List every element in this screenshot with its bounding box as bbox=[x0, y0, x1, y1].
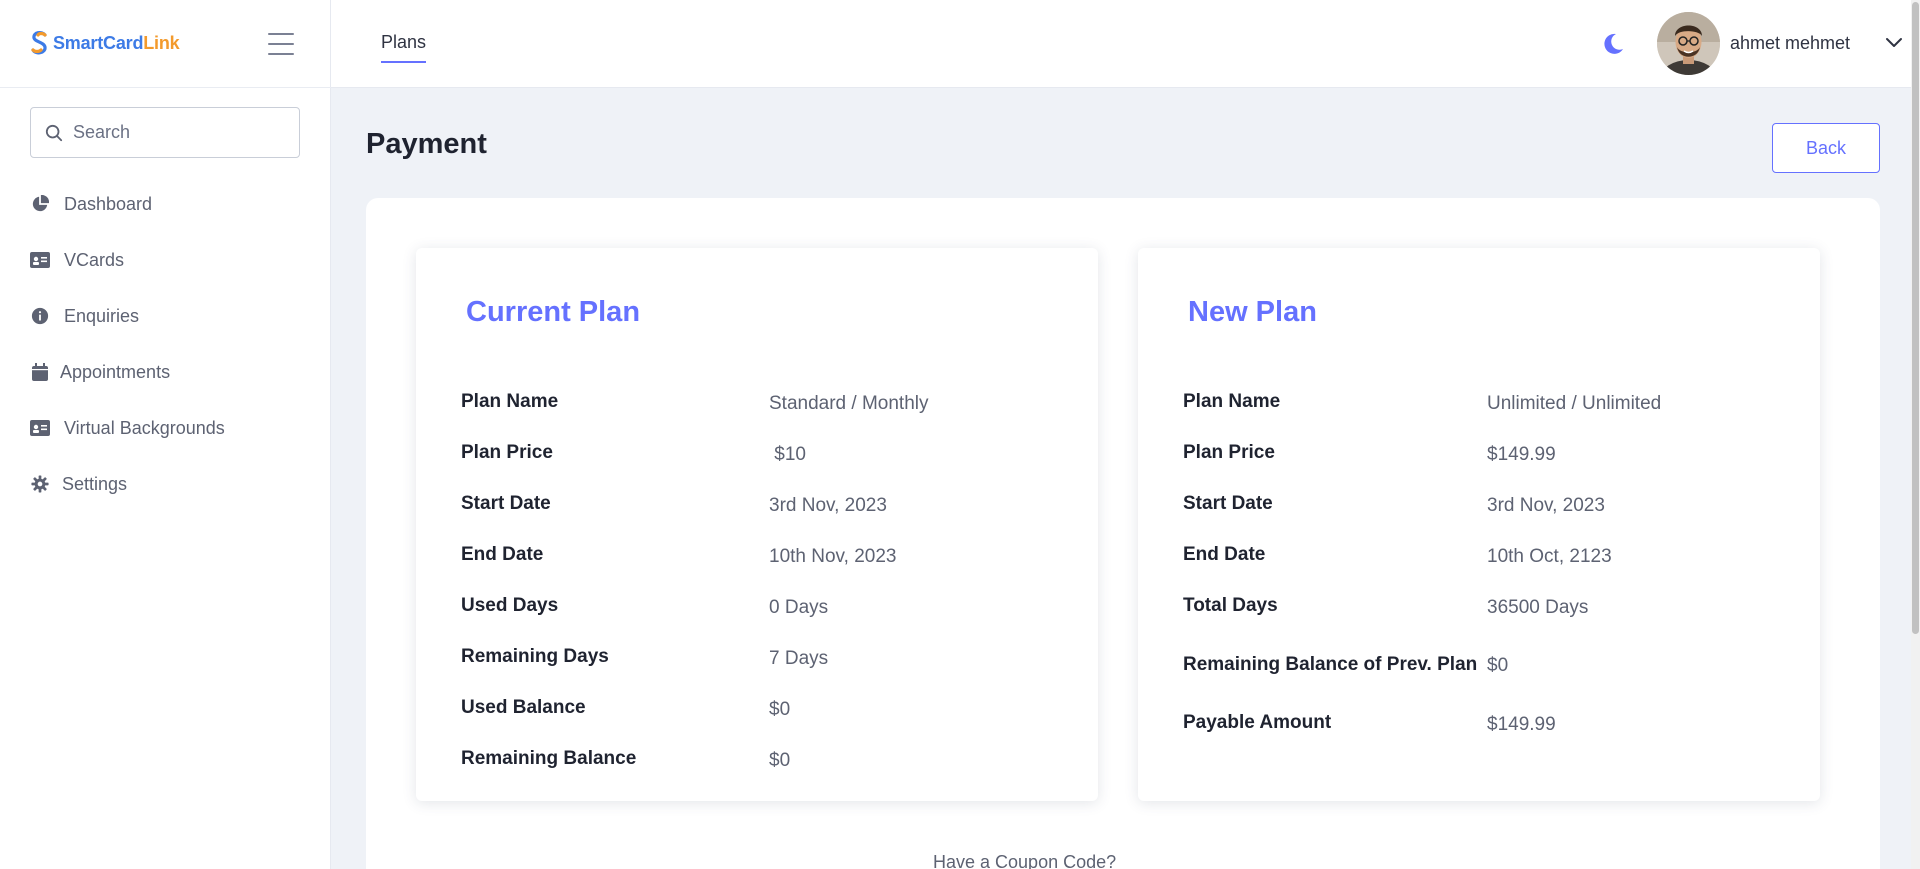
detail-label: Start Date bbox=[1183, 493, 1273, 514]
detail-value: 10th Oct, 2123 bbox=[1487, 545, 1612, 567]
sidebar-item-virtual-backgrounds[interactable]: Virtual Backgrounds bbox=[30, 400, 225, 456]
tab-plans[interactable]: Plans bbox=[381, 32, 427, 63]
detail-label: Plan Name bbox=[461, 391, 559, 412]
sidebar-item-settings[interactable]: Settings bbox=[30, 456, 225, 512]
detail-row: Plan Name Standard / Monthly bbox=[461, 376, 1061, 427]
new-plan-title: New Plan bbox=[1188, 296, 1317, 328]
logo-icon bbox=[31, 31, 47, 55]
detail-value: 36500 Days bbox=[1487, 596, 1589, 618]
moon-icon[interactable] bbox=[1601, 32, 1625, 56]
menu-toggle-icon[interactable] bbox=[268, 33, 294, 55]
detail-label: Remaining Days bbox=[461, 646, 609, 667]
detail-row: Plan Price $10 bbox=[461, 427, 1061, 478]
detail-value: 0 Days bbox=[769, 596, 829, 618]
logo-text-card: Card bbox=[103, 32, 144, 53]
detail-row: End Date 10th Nov, 2023 bbox=[461, 529, 1061, 580]
detail-label: End Date bbox=[1183, 544, 1266, 565]
detail-row: Start Date 3rd Nov, 2023 bbox=[1183, 478, 1783, 529]
detail-row: Remaining Days 7 Days bbox=[461, 631, 1061, 682]
search-icon bbox=[45, 124, 63, 141]
search-input[interactable] bbox=[73, 122, 283, 143]
sidebar: SmartCardLink Dashboard VCards Enqu bbox=[0, 0, 331, 869]
detail-value: $10 bbox=[769, 443, 806, 465]
sidebar-item-appointments[interactable]: Appointments bbox=[30, 344, 225, 400]
detail-value: 3rd Nov, 2023 bbox=[769, 494, 887, 516]
sidebar-item-label: Settings bbox=[62, 473, 128, 494]
pie-chart-icon bbox=[30, 194, 50, 214]
sidebar-item-label: Enquiries bbox=[64, 305, 140, 326]
detail-value: 3rd Nov, 2023 bbox=[1487, 494, 1605, 516]
scrollbar-thumb[interactable] bbox=[1912, 2, 1919, 634]
detail-label: End Date bbox=[461, 544, 544, 565]
detail-row: Total Days 36500 Days bbox=[1183, 580, 1783, 631]
detail-row: End Date 10th Oct, 2123 bbox=[1183, 529, 1783, 580]
detail-label: Used Days bbox=[461, 595, 559, 616]
chevron-down-icon[interactable] bbox=[1884, 36, 1904, 50]
detail-label: Remaining Balance of Prev. Plan bbox=[1183, 653, 1478, 675]
detail-label: Used Balance bbox=[461, 697, 586, 718]
detail-row: Start Date 3rd Nov, 2023 bbox=[461, 478, 1061, 529]
info-circle-icon bbox=[30, 306, 50, 326]
sidebar-item-vcards[interactable]: VCards bbox=[30, 232, 225, 288]
detail-value: $0 bbox=[769, 749, 791, 771]
logo-text-link: Link bbox=[143, 32, 180, 53]
calendar-icon bbox=[30, 362, 50, 382]
detail-label: Start Date bbox=[461, 493, 551, 514]
detail-label: Plan Name bbox=[1183, 391, 1281, 412]
current-plan-title: Current Plan bbox=[466, 296, 641, 328]
logo[interactable]: SmartCardLink bbox=[30, 30, 180, 56]
user-name[interactable]: ahmet mehmet bbox=[1730, 33, 1850, 54]
detail-value: 10th Nov, 2023 bbox=[769, 545, 897, 567]
back-button[interactable]: Back bbox=[1772, 123, 1880, 173]
detail-label: Plan Price bbox=[461, 442, 553, 463]
detail-label: Remaining Balance bbox=[461, 748, 637, 769]
sidebar-item-label: Dashboard bbox=[64, 193, 153, 214]
detail-row: Used Balance $0 bbox=[461, 682, 1061, 733]
avatar[interactable] bbox=[1657, 12, 1720, 75]
top-header: Plans ahmet mehmet bbox=[331, 0, 1920, 88]
detail-value: 7 Days bbox=[769, 647, 829, 669]
page-scrollbar[interactable] bbox=[1911, 0, 1920, 869]
brand-bar: SmartCardLink bbox=[0, 0, 331, 88]
detail-value: $0 bbox=[769, 698, 791, 720]
current-plan-details: Plan Name Standard / Monthly Plan Price $… bbox=[461, 376, 1061, 784]
detail-row: Payable Amount $149.99 bbox=[1183, 697, 1783, 748]
sidebar-item-enquiries[interactable]: Enquiries bbox=[30, 288, 225, 344]
gear-icon bbox=[30, 474, 50, 494]
new-plan-card: New Plan Plan Name Unlimited / Unlimited … bbox=[1138, 248, 1820, 801]
detail-value: Standard / Monthly bbox=[769, 392, 929, 414]
detail-value: $0 bbox=[1487, 655, 1509, 676]
detail-label: Plan Price bbox=[1183, 442, 1275, 463]
search-box[interactable] bbox=[30, 107, 300, 158]
detail-row: Plan Price $149.99 bbox=[1183, 427, 1783, 478]
sidebar-item-label: Appointments bbox=[60, 361, 171, 382]
detail-label: Total Days bbox=[1183, 595, 1278, 616]
page-title: Payment bbox=[366, 128, 487, 160]
sidebar-nav: Dashboard VCards Enquiries Appointments … bbox=[30, 176, 225, 512]
logo-text: SmartCardLink bbox=[53, 32, 180, 54]
detail-value: Unlimited / Unlimited bbox=[1487, 392, 1662, 414]
logo-text-smart: Smart bbox=[53, 32, 104, 53]
detail-value: $149.99 bbox=[1487, 443, 1556, 465]
detail-value: $149.99 bbox=[1487, 713, 1556, 735]
id-card-icon bbox=[30, 250, 50, 270]
sidebar-item-label: Virtual Backgrounds bbox=[64, 417, 225, 438]
detail-row: Used Days 0 Days bbox=[461, 580, 1061, 631]
coupon-code-link[interactable]: Have a Coupon Code? bbox=[933, 852, 1116, 869]
sidebar-item-label: VCards bbox=[64, 249, 125, 270]
sidebar-item-dashboard[interactable]: Dashboard bbox=[30, 176, 225, 232]
id-card-icon bbox=[30, 418, 50, 438]
current-plan-card: Current Plan Plan Name Standard / Monthly… bbox=[416, 248, 1098, 801]
detail-row: Remaining Balance of Prev. Plan $0 bbox=[1183, 631, 1783, 697]
detail-row: Remaining Balance $0 bbox=[461, 733, 1061, 784]
detail-label: Payable Amount bbox=[1183, 712, 1332, 733]
detail-row: Plan Name Unlimited / Unlimited bbox=[1183, 376, 1783, 427]
new-plan-details: Plan Name Unlimited / Unlimited Plan Pric… bbox=[1183, 376, 1783, 748]
